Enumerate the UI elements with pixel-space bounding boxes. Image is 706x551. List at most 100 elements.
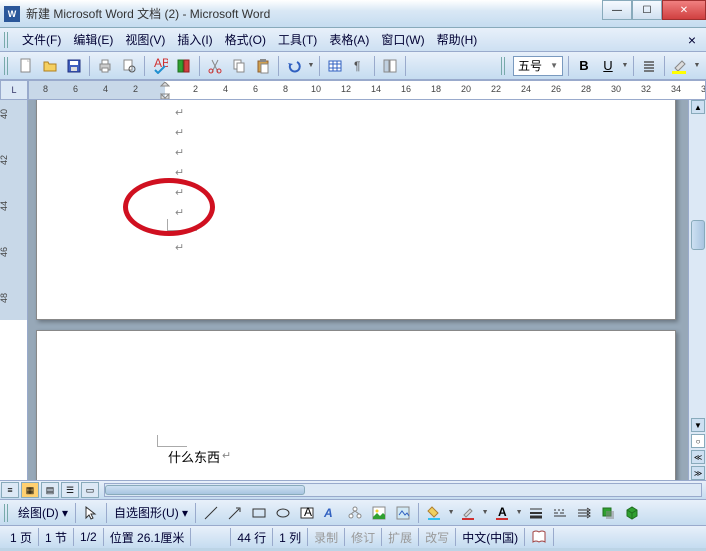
toolbar-sep	[568, 56, 569, 76]
status-book-icon[interactable]	[525, 528, 554, 546]
textbox-tool-button[interactable]: A	[296, 502, 318, 524]
drawbar-grip[interactable]	[4, 504, 10, 522]
arrow-style-button[interactable]	[573, 502, 595, 524]
print-preview-button[interactable]	[118, 55, 140, 77]
menu-edit[interactable]: 编辑(E)	[67, 29, 119, 50]
print-layout-view-button[interactable]: ▦	[21, 482, 39, 498]
toolbar-sep	[664, 56, 665, 76]
line-color-button[interactable]	[457, 502, 479, 524]
menu-window[interactable]: 窗口(W)	[375, 29, 430, 50]
align-justify-button[interactable]	[638, 55, 660, 77]
show-paragraph-button[interactable]: ¶	[348, 55, 370, 77]
document-area[interactable]: ↵ ↵ ↵ ↵ ↵ ↵ ↵ 什么东西 ↵	[28, 100, 688, 480]
line-style-button[interactable]	[525, 502, 547, 524]
doc-close-button[interactable]: ×	[682, 32, 702, 48]
window-title: 新建 Microsoft Word 文档 (2) - Microsoft Wor…	[26, 5, 702, 22]
fill-color-button[interactable]	[423, 502, 445, 524]
scroll-down-icon[interactable]: ▼	[691, 418, 705, 432]
doc-map-button[interactable]	[379, 55, 401, 77]
insert-diagram-button[interactable]	[344, 502, 366, 524]
font-color-dropdown[interactable]: ▼	[514, 509, 524, 516]
highlight-button[interactable]	[669, 55, 691, 77]
ruler-corner[interactable]: L	[0, 80, 28, 100]
font-color-button[interactable]: A	[491, 502, 513, 524]
line-tool-button[interactable]	[200, 502, 222, 524]
insert-clipart-button[interactable]	[368, 502, 390, 524]
fill-color-dropdown[interactable]: ▼	[446, 509, 456, 516]
underline-dropdown[interactable]: ▼	[620, 62, 630, 69]
status-rec[interactable]: 录制	[308, 528, 345, 546]
status-rev[interactable]: 修订	[345, 528, 382, 546]
print-button[interactable]	[94, 55, 116, 77]
close-button[interactable]: ✕	[662, 0, 706, 20]
undo-dropdown[interactable]: ▼	[306, 62, 316, 69]
outline-view-button[interactable]: ☰	[61, 482, 79, 498]
next-page-icon[interactable]: ≫	[691, 466, 705, 480]
menu-help[interactable]: 帮助(H)	[431, 29, 484, 50]
toolbar-sep	[106, 503, 107, 523]
menu-view[interactable]: 视图(V)	[119, 29, 171, 50]
menu-file[interactable]: 文件(F)	[16, 29, 67, 50]
insert-wordart-button[interactable]: A	[320, 502, 342, 524]
highlight-dropdown[interactable]: ▼	[692, 62, 702, 69]
svg-text:A: A	[323, 506, 333, 520]
prev-page-icon[interactable]: ≪	[691, 450, 705, 464]
toolbar-sep	[374, 56, 375, 76]
normal-view-button[interactable]: ≡	[1, 482, 19, 498]
research-button[interactable]	[173, 55, 195, 77]
status-ext[interactable]: 扩展	[382, 528, 419, 546]
status-ovr[interactable]: 改写	[419, 528, 456, 546]
menu-insert[interactable]: 插入(I)	[171, 29, 218, 50]
horizontal-ruler[interactable]: 8 6 4 2 2 4 6 8 10 12 14 16 18 20 22 24 …	[28, 80, 706, 100]
paragraph-mark-icon: ↵	[175, 241, 184, 254]
rectangle-tool-button[interactable]	[248, 502, 270, 524]
save-button[interactable]	[63, 55, 85, 77]
footer-mark	[157, 435, 187, 447]
shadow-style-button[interactable]	[597, 502, 619, 524]
draw-menu[interactable]: 绘图(D) ▾	[14, 502, 72, 523]
menu-format[interactable]: 格式(O)	[219, 29, 272, 50]
scroll-thumb[interactable]	[691, 220, 705, 250]
vertical-ruler[interactable]: 40 42 44 46 48	[0, 100, 28, 480]
toolbar-sep	[319, 56, 320, 76]
reading-view-button[interactable]: ▭	[81, 482, 99, 498]
line-color-dropdown[interactable]: ▼	[480, 509, 490, 516]
minimize-button[interactable]: —	[602, 0, 632, 20]
horizontal-scrollbar[interactable]	[104, 483, 702, 497]
scroll-up-icon[interactable]: ▲	[691, 100, 705, 114]
underline-button[interactable]: U	[597, 55, 619, 77]
open-button[interactable]	[39, 55, 61, 77]
menu-table[interactable]: 表格(A)	[323, 29, 375, 50]
browse-object-icon[interactable]: ○	[691, 434, 705, 448]
svg-text:A: A	[498, 505, 507, 519]
select-objects-button[interactable]	[80, 502, 102, 524]
maximize-button[interactable]: ☐	[632, 0, 662, 20]
menu-tools[interactable]: 工具(T)	[272, 29, 323, 50]
status-lang[interactable]: 中文(中国)	[456, 528, 525, 546]
toolbar-grip[interactable]	[4, 57, 10, 75]
hscroll-thumb[interactable]	[105, 485, 305, 495]
bold-button[interactable]: B	[573, 55, 595, 77]
format-grip[interactable]	[501, 57, 507, 75]
toolbar-sep	[278, 56, 279, 76]
paste-button[interactable]	[252, 55, 274, 77]
oval-tool-button[interactable]	[272, 502, 294, 524]
copy-button[interactable]	[228, 55, 250, 77]
vertical-scrollbar[interactable]: ▲ ▼ ○ ≪ ≫	[688, 100, 706, 480]
svg-text:AB: AB	[154, 58, 168, 70]
arrow-tool-button[interactable]	[224, 502, 246, 524]
svg-text:A: A	[304, 505, 312, 519]
dash-style-button[interactable]	[549, 502, 571, 524]
insert-picture-button[interactable]	[392, 502, 414, 524]
insert-table-button[interactable]	[324, 55, 346, 77]
menubar-grip[interactable]	[4, 32, 10, 48]
3d-style-button[interactable]	[621, 502, 643, 524]
spellcheck-button[interactable]: AB	[149, 55, 171, 77]
web-view-button[interactable]: ▤	[41, 482, 59, 498]
undo-button[interactable]	[283, 55, 305, 77]
new-doc-button[interactable]	[15, 55, 37, 77]
indent-marker-icon[interactable]	[160, 82, 170, 100]
autoshapes-menu[interactable]: 自选图形(U) ▾	[110, 502, 192, 523]
cut-button[interactable]	[204, 55, 226, 77]
font-size-combo[interactable]: 五号 ▼	[513, 56, 563, 76]
